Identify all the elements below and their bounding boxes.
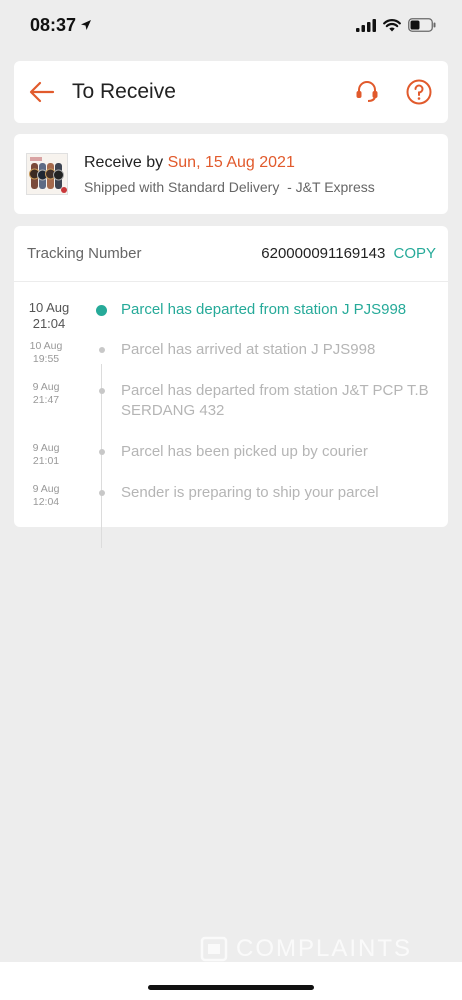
event-dot <box>99 388 105 394</box>
status-indicators <box>356 18 436 32</box>
event-dot <box>99 347 105 353</box>
receive-by-prefix: Receive by <box>84 153 164 171</box>
cellular-signal-icon <box>356 18 376 32</box>
headset-icon <box>356 81 378 102</box>
page-header: To Receive <box>14 61 448 123</box>
battery-icon <box>408 18 436 32</box>
arrow-left-icon <box>29 81 55 103</box>
receive-by-date: Sun, 15 Aug 2021 <box>167 153 295 171</box>
back-button[interactable] <box>28 78 56 106</box>
tracking-number-group: 620000091169143 COPY <box>261 245 436 262</box>
event-timestamp: 10 Aug 19:55 <box>24 340 68 366</box>
event-time: 21:47 <box>32 394 60 406</box>
event-date: 10 Aug <box>29 340 63 352</box>
question-circle-icon <box>406 79 432 105</box>
event-description: Parcel has departed from station J&T PCP… <box>121 382 429 419</box>
watermark: COMPLAINTS <box>200 934 430 964</box>
event-timestamp: 9 Aug 21:47 <box>24 381 68 407</box>
bottom-safe-area <box>0 962 462 1000</box>
event-date: 10 Aug <box>28 300 70 315</box>
location-arrow-icon <box>81 20 92 30</box>
product-thumbnail <box>26 153 68 195</box>
event-time: 12:04 <box>32 496 60 508</box>
delivery-info-card[interactable]: Receive by Sun, 15 Aug 2021 Shipped with… <box>14 134 448 214</box>
status-bar: 08:37 <box>0 0 462 50</box>
watch-product-image <box>27 154 67 194</box>
wifi-icon <box>383 18 401 31</box>
event-description: Parcel has been picked up by courier <box>121 443 368 460</box>
event-description: Parcel has arrived at station J PJS998 <box>121 341 376 358</box>
status-time: 08:37 <box>30 14 77 35</box>
event-time: 21:01 <box>32 455 60 467</box>
watermark-logo-icon <box>200 936 228 962</box>
tracking-card: Tracking Number 620000091169143 COPY 10 … <box>14 226 448 548</box>
event-timestamp: 10 Aug 21:04 <box>24 300 74 332</box>
event-dot <box>99 490 105 496</box>
event-date: 9 Aug <box>32 442 60 454</box>
copy-tracking-button[interactable]: COPY <box>393 245 436 262</box>
tracking-number: 620000091169143 <box>261 245 386 262</box>
help-button[interactable] <box>404 77 434 107</box>
delivery-text: Receive by Sun, 15 Aug 2021 Shipped with… <box>84 154 375 195</box>
event-date: 9 Aug <box>32 483 60 495</box>
event-dot <box>99 449 105 455</box>
event-dot-active <box>96 305 107 316</box>
event-description: Parcel has departed from station J PJS99… <box>121 301 407 318</box>
event-timestamp: 9 Aug 21:01 <box>24 442 68 468</box>
tracking-number-row: Tracking Number 620000091169143 COPY <box>14 226 448 282</box>
event-time: 21:04 <box>32 316 66 331</box>
tracking-number-label: Tracking Number <box>27 245 142 262</box>
home-indicator[interactable] <box>148 985 314 990</box>
event-timestamp: 9 Aug 12:04 <box>24 483 68 509</box>
event-description: Sender is preparing to ship your parcel <box>121 484 379 501</box>
event-date: 9 Aug <box>32 381 60 393</box>
page-title: To Receive <box>72 80 176 103</box>
event-time: 19:55 <box>32 353 60 365</box>
shipping-method: Shipped with Standard Delivery - J&T Exp… <box>84 178 375 195</box>
customer-support-button[interactable] <box>352 77 382 107</box>
watermark-text: COMPLAINTS <box>236 935 413 962</box>
receive-by-line: Receive by Sun, 15 Aug 2021 <box>84 154 375 172</box>
status-time-group: 08:37 <box>30 15 92 36</box>
